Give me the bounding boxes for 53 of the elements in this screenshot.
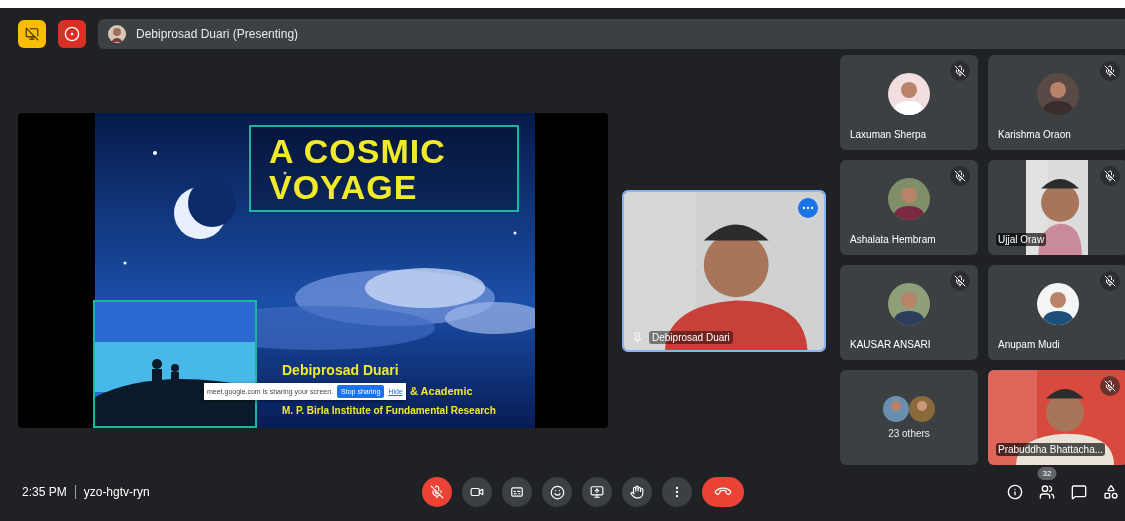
others-tile[interactable]: 23 others xyxy=(840,370,978,465)
info-icon xyxy=(1007,484,1023,500)
avatar-icon xyxy=(108,25,126,43)
participant-tile[interactable]: KAUSAR ANSARI xyxy=(840,265,978,360)
raise-hand-button[interactable] xyxy=(622,477,652,507)
emoji-button[interactable] xyxy=(542,477,572,507)
avatar-icon xyxy=(888,72,930,115)
present-button[interactable] xyxy=(582,477,612,507)
participant-name: Ashalata Hembram xyxy=(849,233,937,246)
participant-name: Laxuman Sherpa xyxy=(849,128,928,141)
avatar-icon xyxy=(1037,72,1079,115)
screen-off-icon xyxy=(25,27,39,41)
activities-button[interactable] xyxy=(1103,484,1119,500)
participant-tile[interactable]: Anupam Mudi xyxy=(988,265,1125,360)
participant-name: Karishma Oraon xyxy=(997,128,1072,141)
presenter-tile[interactable]: Debiprosad Duari xyxy=(622,189,826,352)
people-count: 32 xyxy=(1037,467,1057,480)
captions-button[interactable] xyxy=(502,477,532,507)
present-screen-icon xyxy=(590,485,604,499)
record-button[interactable] xyxy=(58,20,86,48)
smiley-icon xyxy=(549,484,565,500)
participant-tile[interactable]: Laxuman Sherpa xyxy=(840,55,978,150)
clock-time: 2:35 PM xyxy=(22,485,67,499)
captions-icon xyxy=(510,485,524,499)
info-button[interactable] xyxy=(1007,484,1023,500)
chat-button[interactable] xyxy=(1071,484,1087,500)
participant-tile[interactable]: Karishma Oraon xyxy=(988,55,1125,150)
microphone-button[interactable] xyxy=(422,477,452,507)
participant-name: Anupam Mudi xyxy=(997,338,1061,351)
people-icon xyxy=(1039,484,1055,500)
presentation-off-button[interactable] xyxy=(18,20,46,48)
record-icon xyxy=(64,26,80,42)
leave-call-button[interactable] xyxy=(702,477,744,507)
camera-button[interactable] xyxy=(462,477,492,507)
shapes-icon xyxy=(1103,484,1119,500)
participant-tile[interactable]: Prabuddha Bhattacha... xyxy=(988,370,1125,465)
avatar-icon xyxy=(1037,282,1079,325)
participant-tile[interactable]: Ashalata Hembram xyxy=(840,160,978,255)
participant-tile[interactable]: Ujjal Oraw xyxy=(988,160,1125,255)
participant-name: KAUSAR ANSARI xyxy=(849,338,932,351)
participant-name: Ujjal Oraw xyxy=(996,233,1047,246)
presenter-label: Debiprosad Duari (Presenting) xyxy=(136,27,299,41)
avatars-icon xyxy=(883,396,935,422)
hand-icon xyxy=(630,485,644,499)
chat-icon xyxy=(1071,484,1087,500)
others-count: 23 others xyxy=(888,428,930,439)
presenter-name: Debiprosad Duari xyxy=(649,330,733,344)
participant-name: Prabuddha Bhattacha... xyxy=(996,443,1106,456)
mic-off-icon xyxy=(430,485,444,499)
avatar-icon xyxy=(888,177,930,220)
avatar-icon xyxy=(888,282,930,325)
camera-icon xyxy=(470,485,484,499)
meeting-code: yzo-hgtv-ryn xyxy=(83,485,150,499)
